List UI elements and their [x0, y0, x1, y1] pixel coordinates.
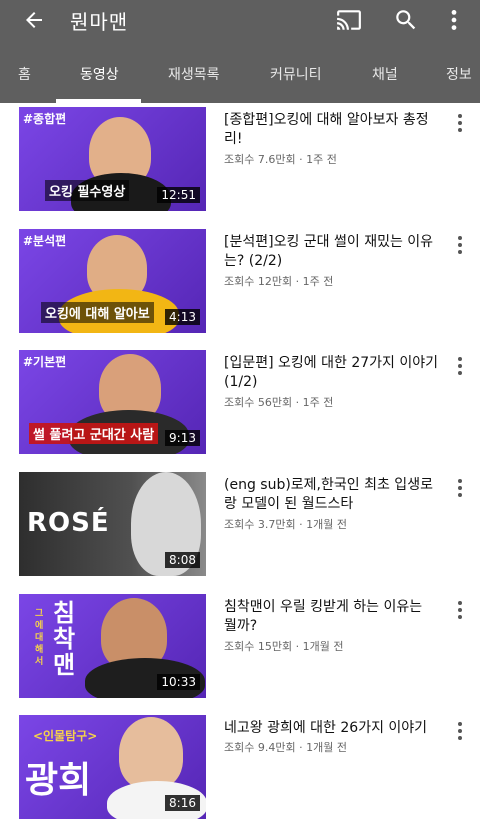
video-menu-icon[interactable] [454, 113, 466, 133]
thumbnail-tag: #종합편 [23, 112, 67, 126]
video-title[interactable]: [입문편] 오킹에 대한 27가지 이야기 (1/2) [224, 354, 439, 392]
video-menu-icon[interactable] [454, 478, 466, 498]
video-row[interactable]: #분석편 오킹에 대해 알아보 4:13 [분석편]오킹 군대 썰이 재밌는 이… [0, 229, 480, 339]
video-row[interactable]: <인물탐구> 광희 8:16 네고왕 광희에 대한 26가지 이야기 조회수 9… [0, 715, 480, 825]
tab-home[interactable]: 홈 [18, 64, 31, 84]
video-meta: 조회수 9.4만회 · 1개월 전 [224, 741, 347, 754]
video-title[interactable]: 네고왕 광희에 대한 26가지 이야기 [224, 719, 439, 738]
video-row[interactable]: #종합편 오킹 필수영상 12:51 [종합편]오킹에 대해 알아보자 총정리!… [0, 107, 480, 217]
video-title[interactable]: 침착맨이 우릴 킹받게 하는 이유는 뭘까? [224, 598, 439, 636]
tab-community[interactable]: 커뮤니티 [270, 64, 322, 84]
thumbnail-caption: 오킹에 대해 알아보 [41, 302, 154, 323]
cast-icon[interactable] [336, 7, 362, 33]
video-meta: 조회수 15만회 · 1개월 전 [224, 640, 344, 653]
video-thumbnail[interactable]: <인물탐구> 광희 8:16 [19, 715, 206, 819]
video-meta: 조회수 56만회 · 1주 전 [224, 396, 334, 409]
video-thumbnail[interactable]: #기본편 썰 풀려고 군대간 사람 9:13 [19, 350, 206, 454]
search-icon[interactable] [393, 7, 419, 33]
video-row[interactable]: 침착맨 그에 대해서 10:33 침착맨이 우릴 킹받게 하는 이유는 뭘까? … [0, 594, 480, 704]
thumbnail-logo-text: ROSÉ [27, 508, 110, 538]
thumbnail-tag: #분석편 [23, 234, 67, 248]
thumbnail-caption: 오킹 필수영상 [45, 180, 130, 201]
video-duration: 8:16 [165, 795, 200, 811]
tab-channels[interactable]: 채널 [372, 64, 398, 84]
video-menu-icon[interactable] [454, 356, 466, 376]
video-menu-icon[interactable] [454, 600, 466, 620]
video-duration: 4:13 [165, 309, 200, 325]
video-title[interactable]: (eng sub)로제,한국인 최초 입생로랑 모델이 된 월드스타 [224, 476, 439, 514]
back-arrow-icon[interactable] [22, 8, 46, 32]
video-thumbnail[interactable]: ROSÉ 8:08 [19, 472, 206, 576]
video-thumbnail[interactable]: 침착맨 그에 대해서 10:33 [19, 594, 206, 698]
video-title[interactable]: [종합편]오킹에 대해 알아보자 총정리! [224, 111, 439, 149]
video-meta: 조회수 12만회 · 1주 전 [224, 275, 334, 288]
video-duration: 8:08 [165, 552, 200, 568]
thumbnail-caption: 썰 풀려고 군대간 사람 [29, 423, 159, 444]
thumbnail-small-text: 그에 대해서 [35, 609, 44, 667]
video-thumbnail[interactable]: #분석편 오킹에 대해 알아보 4:13 [19, 229, 206, 333]
video-duration: 9:13 [165, 430, 200, 446]
video-menu-icon[interactable] [454, 721, 466, 741]
video-title[interactable]: [분석편]오킹 군대 썰이 재밌는 이유는? (2/2) [224, 233, 439, 271]
tab-playlists[interactable]: 재생목록 [168, 64, 220, 84]
thumbnail-tag: #기본편 [23, 355, 67, 369]
thumbnail-tag: <인물탐구> [33, 729, 98, 743]
thumbnail-big-text: 침착맨 [53, 599, 76, 679]
video-meta: 조회수 7.6만회 · 1주 전 [224, 153, 337, 166]
video-thumbnail[interactable]: #종합편 오킹 필수영상 12:51 [19, 107, 206, 211]
video-menu-icon[interactable] [454, 235, 466, 255]
thumbnail-face [119, 717, 183, 789]
thumbnail-big-text: 광희 [25, 760, 92, 801]
tab-videos[interactable]: 동영상 [80, 64, 119, 84]
more-vert-icon[interactable] [446, 7, 462, 33]
tab-about[interactable]: 정보 [446, 64, 472, 84]
active-tab-indicator [56, 99, 141, 103]
video-duration: 10:33 [157, 674, 200, 690]
app-bar: 뭔마맨 [0, 0, 480, 40]
tab-bar: 홈 동영상 재생목록 커뮤니티 채널 정보 [0, 40, 480, 103]
video-row[interactable]: ROSÉ 8:08 (eng sub)로제,한국인 최초 입생로랑 모델이 된 … [0, 472, 480, 582]
channel-title: 뭔마맨 [70, 10, 129, 34]
video-meta: 조회수 3.7만회 · 1개월 전 [224, 518, 347, 531]
video-duration: 12:51 [157, 187, 200, 203]
video-row[interactable]: #기본편 썰 풀려고 군대간 사람 9:13 [입문편] 오킹에 대한 27가지… [0, 350, 480, 460]
